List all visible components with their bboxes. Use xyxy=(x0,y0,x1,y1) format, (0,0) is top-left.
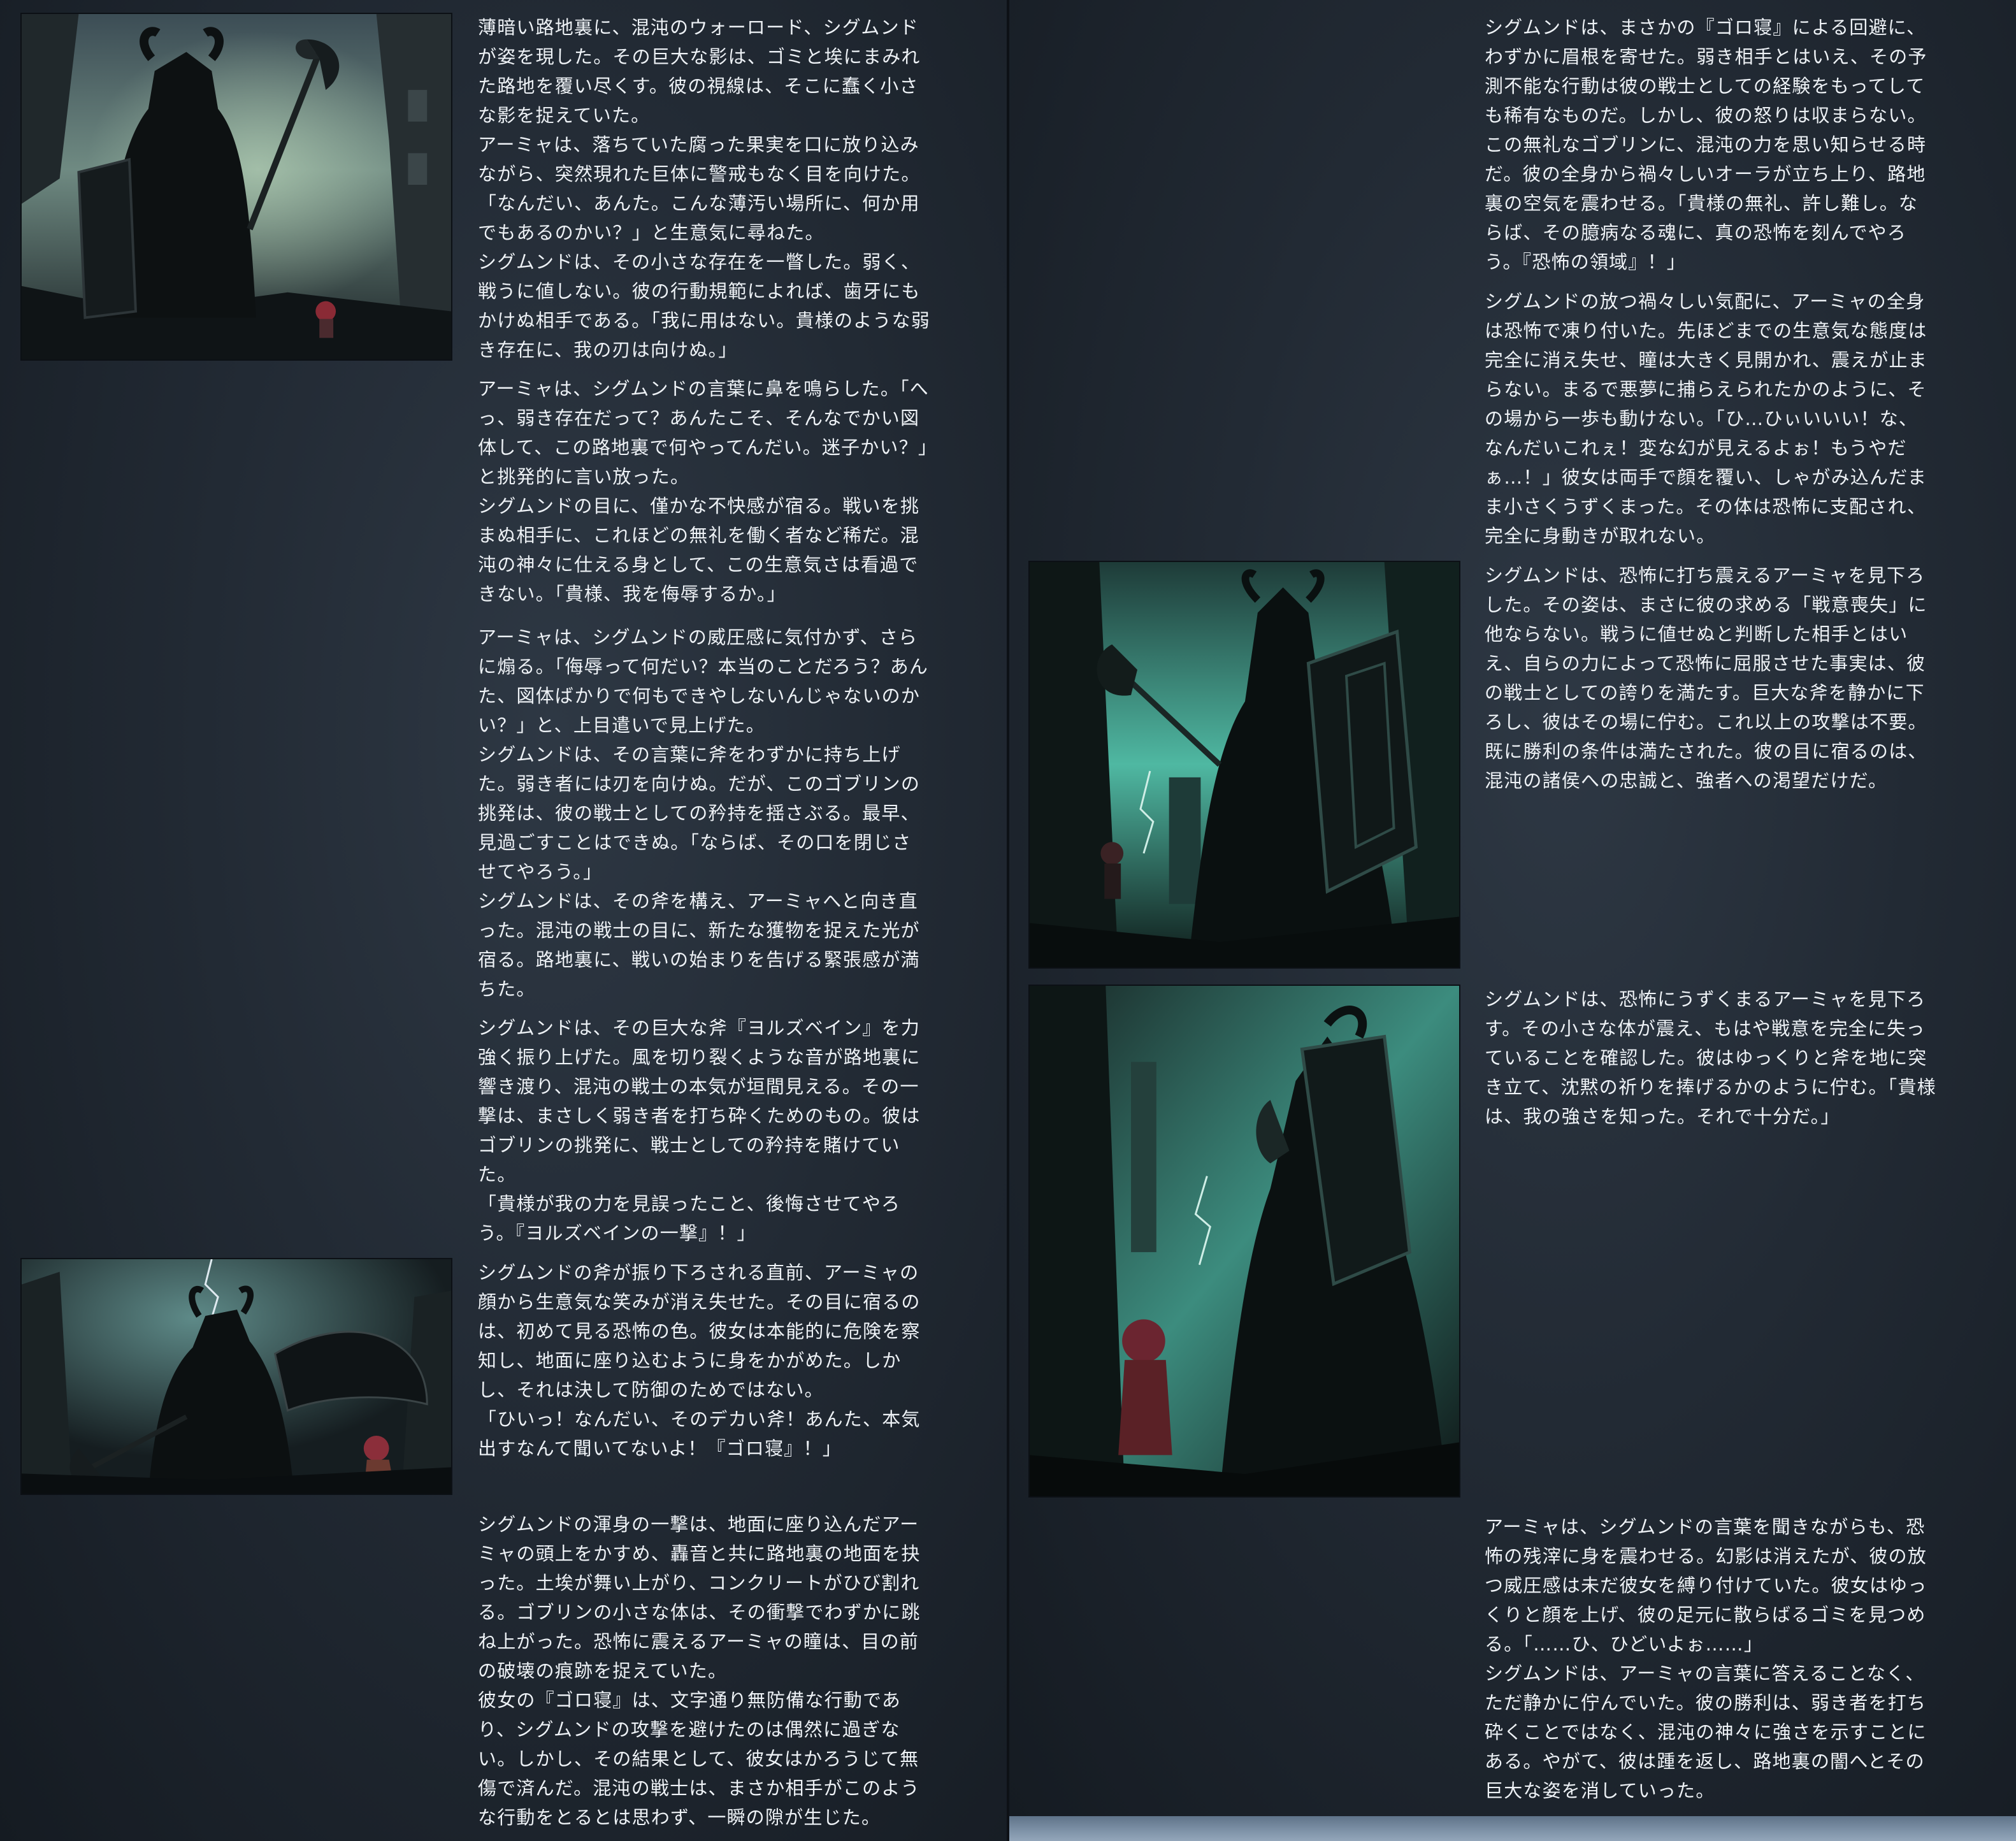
story-paragraph: シグムンドの斧が振り下ろされる直前、アーミャの顔から生意気な笑みが消え失せた。そ… xyxy=(478,1262,921,1459)
left-page: 薄暗い路地裏に、混沌のウォーロード、シグムンドが姿を現した。その巨大な影は、ゴミ… xyxy=(0,0,1007,1841)
illustration-axe-swing xyxy=(20,1258,452,1495)
story-paragraph: シグムンドは、その巨大な斧『ヨルズベイン』を力強く振り上げた。風を切り裂くような… xyxy=(478,1017,921,1244)
story-paragraph: シグムンドの放つ禍々しい気配に、アーミャの全身は恐怖で凍り付いた。先ほどまでの生… xyxy=(1485,291,1927,547)
illustration-teal-alley-shield xyxy=(1028,561,1460,969)
right-page: シグムンドは、まさかの『ゴロ寝』による回避に、わずかに眉根を寄せた。弱き相手とは… xyxy=(1009,0,2016,1816)
teal-alley-prayer-picture xyxy=(1030,986,1459,1496)
story-paragraph: シグムンドは、恐怖に打ち震えるアーミャを見下ろした。その姿は、まさに彼の求める「… xyxy=(1485,565,1927,791)
story-paragraph: シグムンドの渾身の一撃は、地面に座り込んだアーミャの頭上をかすめ、轟音と共に路地… xyxy=(478,1513,921,1828)
illustration-warlord-alley xyxy=(20,13,452,361)
story-paragraph: アーミャは、シグムンドの言葉に鼻を鳴らした。「へっ、弱き存在だって？あんたこそ、… xyxy=(478,378,929,605)
story-paragraph: アーミャは、シグムンドの言葉を聞きながらも、恐怖の残滓に身を震わせる。幻影は消え… xyxy=(1485,1516,1927,1801)
teal-alley-shield-picture xyxy=(1030,562,1459,967)
bottom-background-strip xyxy=(1009,1816,2016,1841)
story-paragraph: アーミャは、シグムンドの威圧感に気付かず、さらに煽る。「侮辱って何だい？本当のこ… xyxy=(478,626,929,1000)
story-paragraph: シグムンドは、恐怖にうずくまるアーミャを見下ろす。その小さな体が震え、もはや戦意… xyxy=(1485,988,1936,1127)
story-paragraph: シグムンドは、まさかの『ゴロ寝』による回避に、わずかに眉根を寄せた。弱き相手とは… xyxy=(1485,17,1927,273)
story-paragraph: 薄暗い路地裏に、混沌のウォーロード、シグムンドが姿を現した。その巨大な影は、ゴミ… xyxy=(478,17,931,361)
axe-swing-picture xyxy=(22,1259,451,1494)
illustration-teal-alley-prayer xyxy=(1028,985,1460,1498)
warlord-alley-picture xyxy=(22,14,451,359)
